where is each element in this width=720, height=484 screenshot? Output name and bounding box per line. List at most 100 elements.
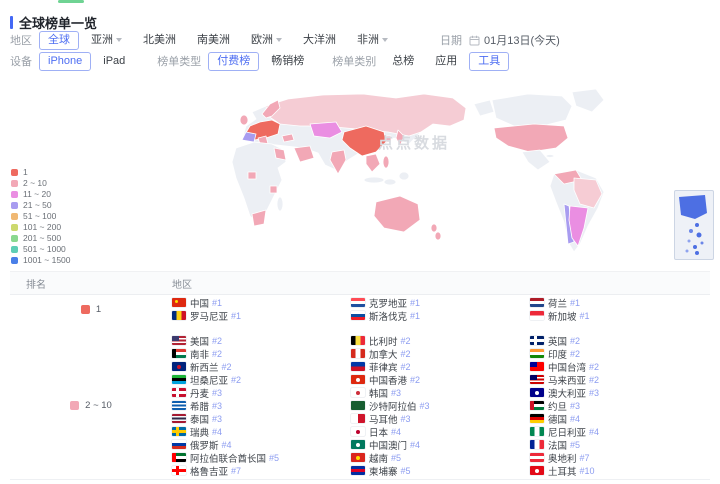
region-option[interactable]: 非洲 (348, 31, 397, 50)
date-picker[interactable]: 01月13日(今天) (469, 32, 560, 48)
legend-label: 51 ~ 100 (23, 211, 57, 221)
country-row[interactable]: 俄罗斯 #4 (172, 438, 351, 452)
country-row[interactable]: 美国 #2 (172, 334, 351, 348)
country-rank: #2 (570, 335, 581, 346)
inset-map-icon (679, 195, 707, 255)
country-row[interactable]: 沙特阿拉伯 #3 (351, 399, 530, 413)
country-row[interactable]: 澳大利亚 #3 (530, 386, 709, 400)
country-row[interactable]: 越南 #5 (351, 451, 530, 465)
list-type-option[interactable]: 付费榜 (208, 51, 260, 71)
rank-group: 2 ~ 10 美国 #2 南非 #2 新西兰 #2 坦桑尼亚 #2 丹麦 #3 希腊 #3 泰国 #3 瑞典 #… (10, 334, 710, 478)
category-option[interactable]: 总榜 (383, 52, 423, 71)
country-row[interactable]: 南非 #2 (172, 347, 351, 361)
device-option[interactable]: iPad (94, 52, 134, 71)
device-option-label: iPhone (48, 54, 83, 67)
device-filter-label: 设备 (10, 56, 32, 68)
country-row[interactable]: 新西兰 #2 (172, 360, 351, 374)
country-row[interactable]: 中国香港 #2 (351, 373, 530, 387)
category-option[interactable]: 应用 (426, 52, 466, 71)
country-flag-icon (172, 349, 186, 358)
region-option-label: 亚洲 (91, 33, 113, 46)
country-row[interactable]: 加拿大 #2 (351, 347, 530, 361)
country-row[interactable]: 中国澳门 #4 (351, 438, 530, 452)
country-flag-icon (351, 440, 365, 449)
country-row[interactable]: 中国 #1 (172, 296, 351, 310)
ranking-table-body: 1 中国 #1 罗马尼亚 #1 克罗地亚 #1 斯洛伐克 #1 荷兰 #1 新加坡 #1 2 ~ 10 美国… (10, 293, 710, 478)
region-option[interactable]: 全球 (39, 30, 79, 50)
country-row[interactable]: 丹麦 #3 (172, 386, 351, 400)
country-row[interactable]: 泰国 #3 (172, 412, 351, 426)
country-row[interactable]: 奥地利 #7 (530, 451, 709, 465)
country-rank: #1 (410, 310, 421, 321)
country-rank: #2 (212, 335, 223, 346)
country-row[interactable]: 阿拉伯联合酋长国 #5 (172, 451, 351, 465)
country-name: 阿拉伯联合酋长国 (190, 453, 267, 465)
category-option-label: 工具 (478, 54, 501, 67)
country-row[interactable]: 比利时 #2 (351, 334, 530, 348)
country-row[interactable]: 尼日利亚 #4 (530, 425, 709, 439)
country-rank: #1 (212, 297, 223, 308)
device-option[interactable]: iPhone (39, 51, 92, 71)
region-option[interactable]: 北美洲 (134, 31, 185, 50)
country-columns: 中国 #1 罗马尼亚 #1 克罗地亚 #1 斯洛伐克 #1 荷兰 #1 新加坡 #1 (172, 296, 710, 323)
country-name: 柬埔寨 (369, 466, 398, 478)
list-type-filter-label: 榜单类型 (157, 56, 202, 68)
region-option[interactable]: 亚洲 (82, 31, 131, 50)
country-name: 斯洛伐克 (369, 311, 408, 323)
country-rank: #4 (391, 426, 402, 437)
region-option-label: 南美洲 (197, 33, 230, 46)
flag-emblem (356, 429, 360, 434)
country-rank: #1 (579, 310, 590, 321)
category-option[interactable]: 工具 (469, 51, 510, 71)
world-map[interactable]: 点点数据 (228, 86, 662, 266)
list-type-option[interactable]: 畅销榜 (262, 52, 313, 71)
country-name: 瑞典 (190, 427, 210, 439)
rank-cell: 2 ~ 10 (10, 400, 172, 411)
country-row[interactable]: 菲律宾 #2 (351, 360, 530, 374)
country-name: 希腊 (190, 401, 210, 413)
country-flag-icon (530, 466, 544, 475)
country-rank: #5 (391, 452, 402, 463)
country-flag-icon (530, 401, 544, 410)
country-name: 中国香港 (369, 375, 408, 387)
country-row[interactable]: 格鲁吉亚 #7 (172, 464, 351, 478)
country-flag-icon (530, 440, 544, 449)
country-row[interactable]: 柬埔寨 #5 (351, 464, 530, 478)
region-option[interactable]: 大洋洲 (294, 31, 345, 50)
country-row[interactable]: 坦桑尼亚 #2 (172, 373, 351, 387)
flag-bar (172, 453, 177, 462)
region-option[interactable]: 欧洲 (242, 31, 291, 50)
country-row[interactable]: 土耳其 #10 (530, 464, 709, 478)
country-flag-icon (351, 336, 365, 345)
flag-cross (176, 388, 180, 397)
country-row[interactable]: 英国 #2 (530, 334, 709, 348)
list-type-option-label: 付费榜 (217, 54, 251, 67)
country-row[interactable]: 中国台湾 #2 (530, 360, 709, 374)
country-row[interactable]: 韩国 #3 (351, 386, 530, 400)
country-rank: #3 (391, 387, 402, 398)
country-row[interactable]: 瑞典 #4 (172, 425, 351, 439)
legend-label: 21 ~ 50 (23, 200, 52, 210)
legend-label: 201 ~ 500 (23, 233, 62, 243)
country-row[interactable]: 克罗地亚 #1 (351, 296, 530, 310)
country-row[interactable]: 日本 #4 (351, 425, 530, 439)
flag-bar (172, 349, 177, 358)
country-row[interactable]: 马耳他 #3 (351, 412, 530, 426)
country-rank: #4 (570, 413, 581, 424)
region-option[interactable]: 南美洲 (188, 31, 239, 50)
country-row[interactable]: 荷兰 #1 (530, 296, 709, 310)
country-row[interactable]: 希腊 #3 (172, 399, 351, 413)
country-row[interactable]: 新加坡 #1 (530, 309, 709, 323)
country-row[interactable]: 约旦 #3 (530, 399, 709, 413)
list-type-option-label: 畅销榜 (271, 54, 305, 67)
region-options: 全球 亚洲 北美洲 南美洲 欧洲 大洋洲 非洲 (39, 30, 400, 50)
legend-swatch (11, 234, 18, 242)
country-row[interactable]: 德国 #4 (530, 412, 709, 426)
country-row[interactable]: 马来西亚 #2 (530, 373, 709, 387)
rank-cell: 1 (10, 304, 172, 315)
country-row[interactable]: 罗马尼亚 #1 (172, 309, 351, 323)
country-flag-icon (172, 427, 186, 436)
country-row[interactable]: 法国 #5 (530, 438, 709, 452)
country-row[interactable]: 印度 #2 (530, 347, 709, 361)
country-row[interactable]: 斯洛伐克 #1 (351, 309, 530, 323)
